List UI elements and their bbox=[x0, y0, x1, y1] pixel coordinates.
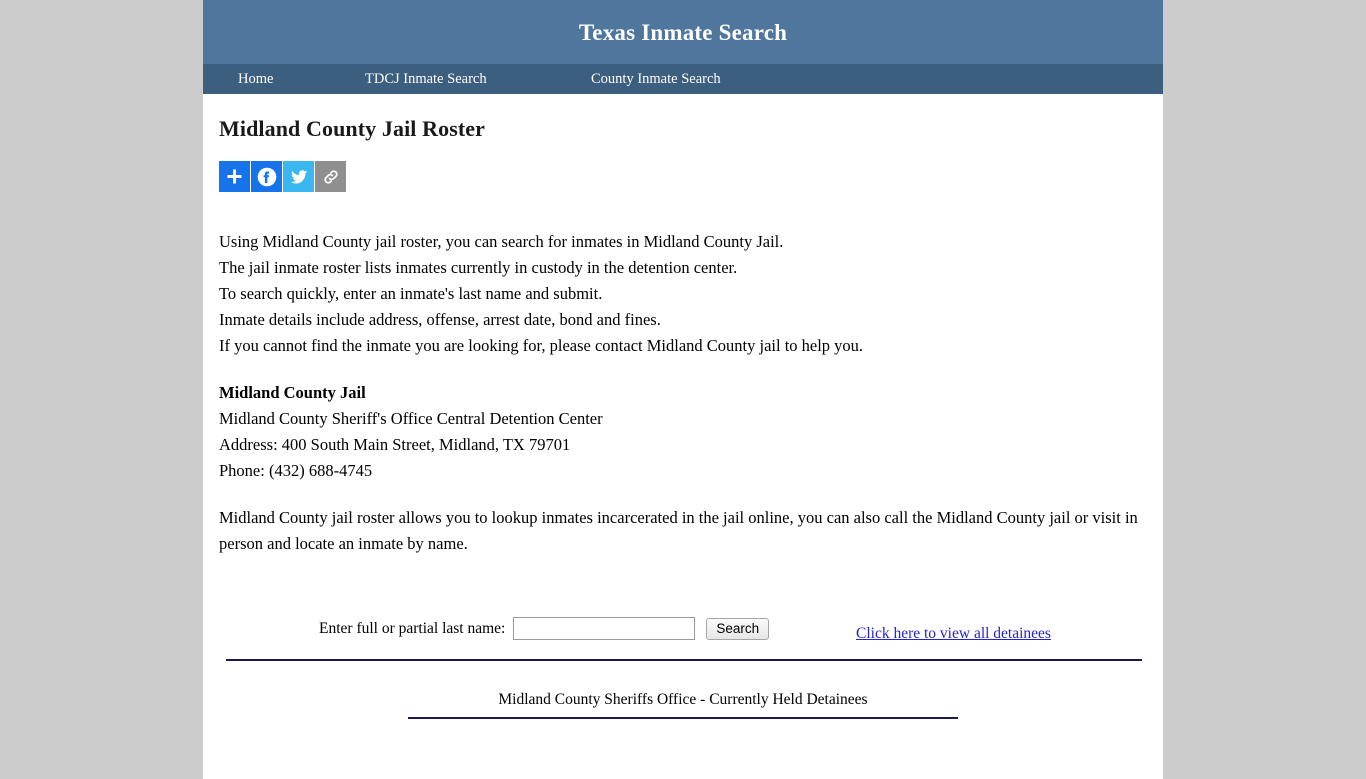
main-content: Midland County Jail Roster Using Midland… bbox=[203, 94, 1163, 779]
jail-name: Midland County Jail bbox=[219, 383, 366, 402]
roster-block: Midland County Sheriffs Office - Current… bbox=[219, 659, 1147, 779]
closing-paragraph: Midland County jail roster allows you to… bbox=[219, 508, 1138, 553]
intro-line: If you cannot find the inmate you are lo… bbox=[219, 336, 864, 355]
nav-item-county-inmate-search[interactable]: County Inmate Search bbox=[591, 64, 721, 94]
share-copy-link-button[interactable] bbox=[315, 161, 346, 192]
intro-paragraph: Using Midland County jail roster, you ca… bbox=[219, 229, 1147, 359]
intro-line: Using Midland County jail roster, you ca… bbox=[219, 232, 784, 251]
share-plus-button[interactable] bbox=[219, 161, 250, 192]
share-twitter-button[interactable] bbox=[283, 161, 314, 192]
jail-office: Midland County Sheriff's Office Central … bbox=[219, 409, 603, 428]
jail-contact-block: Midland County Jail Midland County Sheri… bbox=[219, 380, 1147, 484]
divider-top bbox=[226, 659, 1142, 661]
page-container: Texas Inmate Search Home TDCJ Inmate Sea… bbox=[203, 0, 1163, 779]
inmate-search-form: Enter full or partial last name: Search bbox=[319, 617, 770, 640]
search-label: Enter full or partial last name: bbox=[319, 619, 506, 637]
share-facebook-button[interactable] bbox=[251, 161, 282, 192]
main-nav: Home TDCJ Inmate Search County Inmate Se… bbox=[203, 64, 1163, 94]
nav-item-tdcj-inmate-search[interactable]: TDCJ Inmate Search bbox=[365, 64, 487, 94]
site-header: Texas Inmate Search bbox=[203, 0, 1163, 64]
plus-icon bbox=[225, 167, 244, 186]
divider-bottom bbox=[408, 717, 958, 719]
intro-line: To search quickly, enter an inmate's las… bbox=[219, 284, 603, 303]
site-title: Texas Inmate Search bbox=[578, 19, 788, 45]
view-all-detainees-link[interactable]: Click here to view all detainees bbox=[856, 625, 1051, 643]
jail-address: Address: 400 South Main Street, Midland,… bbox=[219, 435, 571, 454]
twitter-icon bbox=[289, 167, 309, 187]
link-icon bbox=[321, 167, 341, 187]
facebook-icon bbox=[256, 166, 278, 188]
search-button[interactable]: Search bbox=[706, 617, 770, 640]
page-title: Midland County Jail Roster bbox=[219, 116, 486, 141]
roster-heading: Midland County Sheriffs Office - Current… bbox=[498, 691, 868, 708]
share-bar bbox=[219, 161, 1147, 192]
intro-line: Inmate details include address, offense,… bbox=[219, 310, 661, 329]
intro-line: The jail inmate roster lists inmates cur… bbox=[219, 258, 738, 277]
nav-item-home[interactable]: Home bbox=[238, 64, 273, 94]
jail-phone: Phone: (432) 688-4745 bbox=[219, 461, 373, 480]
search-area: Enter full or partial last name: Search … bbox=[219, 611, 1147, 659]
last-name-input[interactable] bbox=[513, 617, 696, 640]
